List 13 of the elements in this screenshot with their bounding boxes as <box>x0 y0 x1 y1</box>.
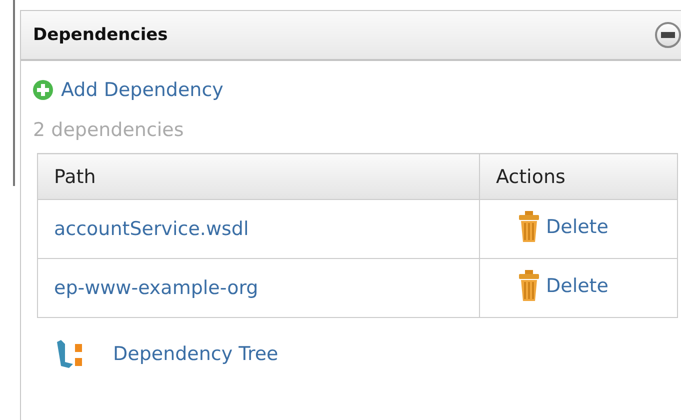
plus-icon <box>33 80 53 100</box>
minus-icon <box>661 32 675 38</box>
add-dependency-link[interactable]: Add Dependency <box>33 79 224 101</box>
path-cell: ep-www-example-org <box>38 258 480 318</box>
dependency-count: 2 dependencies <box>33 119 185 141</box>
column-header: Actions <box>480 154 678 200</box>
column-header: Path <box>38 154 480 200</box>
trash-icon <box>518 270 540 302</box>
dependency-tree-link[interactable]: Dependency Tree <box>53 338 278 370</box>
panel-title: Dependencies <box>33 25 168 45</box>
collapse-button[interactable] <box>655 22 681 48</box>
trash-icon <box>518 210 540 242</box>
path-cell: accountService.wsdl <box>38 200 480 258</box>
